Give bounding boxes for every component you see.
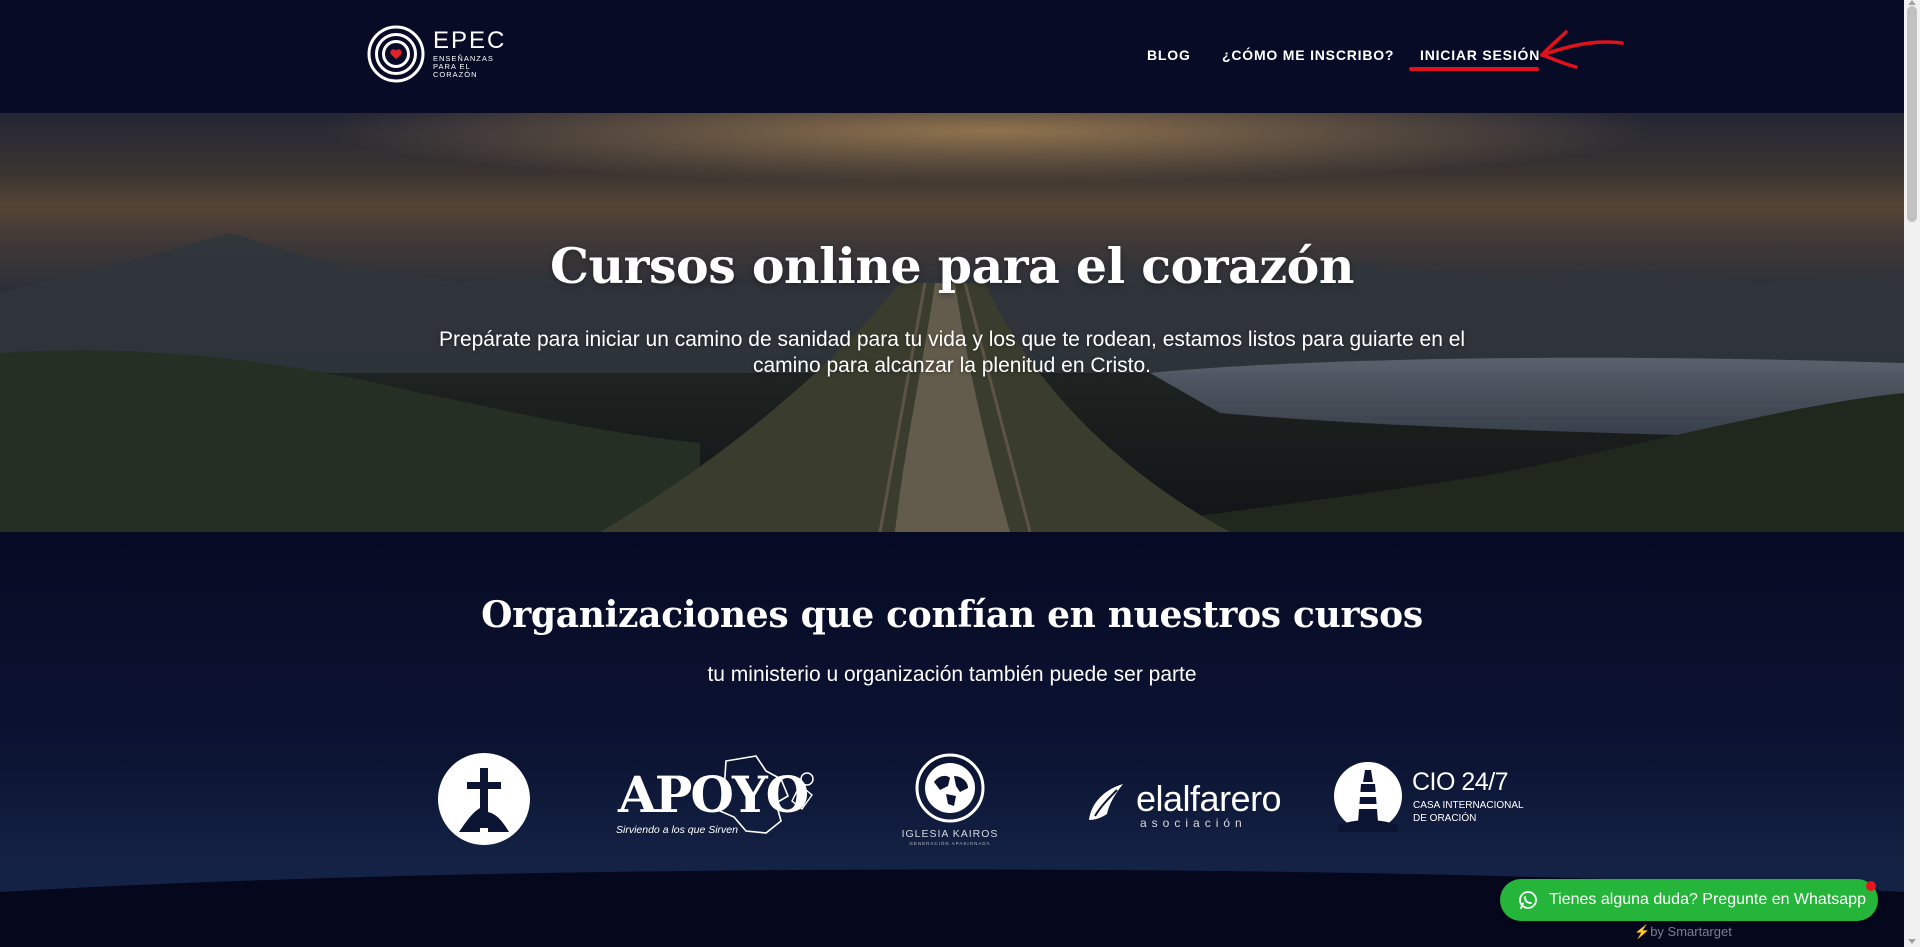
site-header: EPEC ENSEÑANZAS PARA EL CORAZÓN BLOG ¿CÓ… bbox=[0, 0, 1904, 113]
cio-logo: CIO 24/7 CASA INTERNACIONAL DE ORACIÓN bbox=[1332, 760, 1524, 838]
whatsapp-label: Tienes alguna duda? Pregunte en Whatsapp bbox=[1549, 891, 1866, 908]
scroll-up-icon[interactable] bbox=[1908, 0, 1916, 5]
hero-subtitle: Prepárate para iniciar un camino de sani… bbox=[438, 328, 1466, 377]
iglesia-kairos-logo: IGLESIA KAIROS GENERACIÓN APASIONADA bbox=[900, 752, 1000, 847]
apoyo-caption: Sirviendo a los que Sirven bbox=[616, 824, 738, 836]
logo-tagline: ENSEÑANZAS PARA EL CORAZÓN bbox=[433, 54, 494, 79]
annotation-underline bbox=[1409, 67, 1539, 71]
kairos-name: IGLESIA KAIROS bbox=[901, 828, 999, 840]
apoyo-logo: APOYO Sirviendo a los que Sirven bbox=[616, 751, 821, 843]
apoyo-name: APOYO bbox=[618, 765, 809, 824]
scroll-thumb[interactable] bbox=[1907, 6, 1917, 222]
whatsapp-icon bbox=[1519, 891, 1537, 909]
smartarget-label: by Smartarget bbox=[1650, 924, 1732, 939]
nav-como-me-inscribo[interactable]: ¿CÓMO ME INSCRIBO? bbox=[1222, 47, 1394, 63]
annotation-arrow-icon bbox=[1540, 30, 1624, 69]
bolt-icon: ⚡ bbox=[1634, 924, 1651, 939]
organizations-title: Organizaciones que confían en nuestros c… bbox=[481, 594, 1423, 636]
organizations-subtitle: tu ministerio u organización también pue… bbox=[707, 663, 1197, 686]
logo-brand: EPEC bbox=[433, 27, 507, 55]
nav-iniciar-sesion[interactable]: INICIAR SESIÓN bbox=[1420, 47, 1540, 63]
scroll-down-icon[interactable] bbox=[1908, 939, 1916, 944]
notification-dot bbox=[1866, 881, 1876, 891]
kairos-caption: GENERACIÓN APASIONADA bbox=[909, 841, 991, 846]
globe-icon bbox=[915, 753, 985, 823]
whatsapp-chat-button[interactable]: Tienes alguna duda? Pregunte en Whatsapp bbox=[1500, 879, 1878, 921]
elalfarero-name: elalfarero bbox=[1136, 778, 1282, 819]
elalfarero-logo: elalfarero asociación bbox=[1085, 778, 1285, 830]
cio-caption-line2: DE ORACIÓN bbox=[1413, 813, 1477, 824]
elalfarero-caption: asociación bbox=[1140, 816, 1247, 830]
cio-name: CIO 24/7 bbox=[1412, 768, 1509, 796]
cio-caption-line1: CASA INTERNACIONAL bbox=[1413, 800, 1524, 811]
epec-logo[interactable]: EPEC ENSEÑANZAS PARA EL CORAZÓN bbox=[367, 25, 506, 83]
mountain-path-background bbox=[0, 113, 1904, 532]
hero-banner: Cursos online para el corazón Prepárate … bbox=[0, 113, 1904, 532]
feather-icon bbox=[1089, 784, 1123, 820]
lighthouse-icon bbox=[1334, 762, 1402, 832]
cross-circle-logo bbox=[438, 753, 530, 845]
nav-blog[interactable]: BLOG bbox=[1147, 47, 1191, 63]
smartarget-credit[interactable]: ⚡by Smartarget bbox=[1634, 924, 1732, 940]
target-heart-icon bbox=[367, 25, 425, 83]
hero-title: Cursos online para el corazón bbox=[550, 237, 1354, 295]
page-scrollbar[interactable] bbox=[1904, 0, 1920, 947]
